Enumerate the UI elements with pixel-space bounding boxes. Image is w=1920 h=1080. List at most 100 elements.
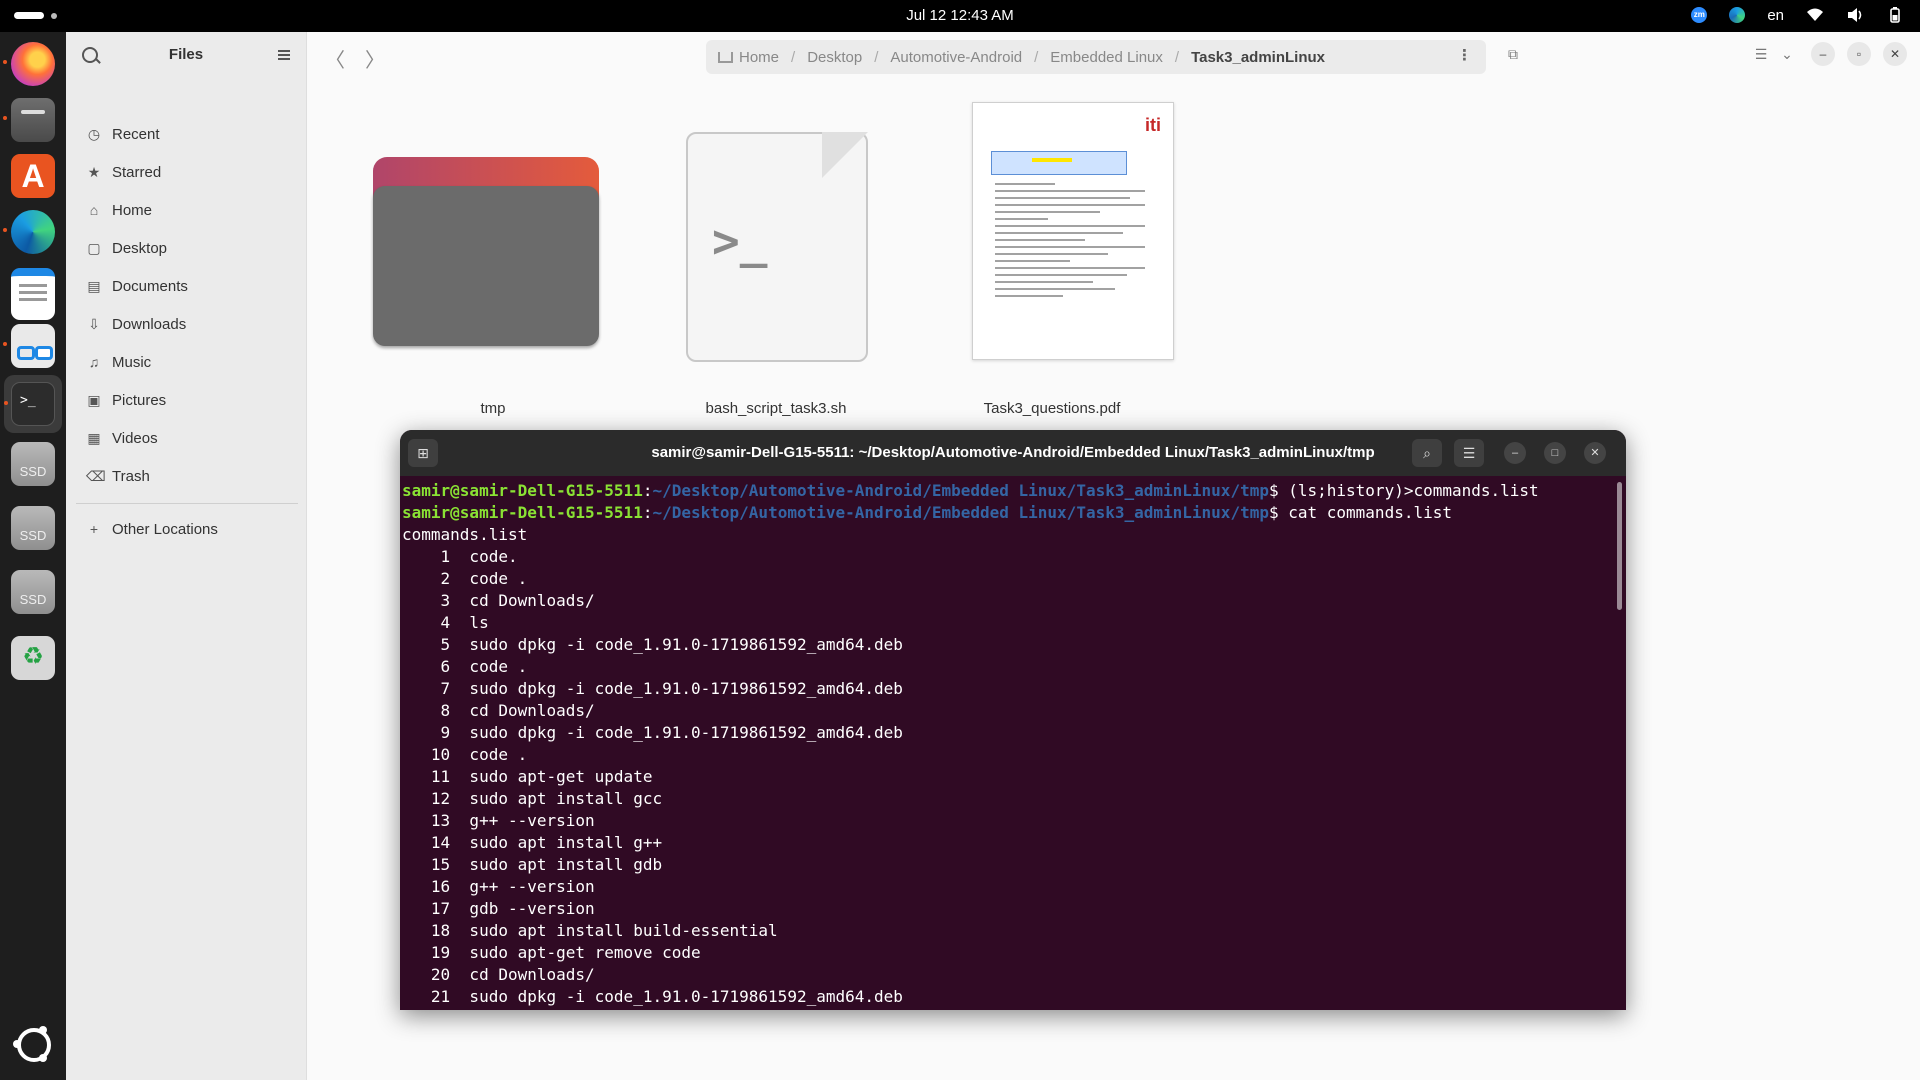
music-icon: ♫: [88, 354, 100, 370]
show-apps-icon[interactable]: [11, 1022, 55, 1066]
maximize-button[interactable]: ▫: [1847, 42, 1871, 66]
sidebar-item-downloads[interactable]: ⇩ Downloads: [66, 305, 306, 343]
prompt-glyph: >_: [712, 214, 768, 268]
clock[interactable]: Jul 12 12:43 AM: [0, 7, 1920, 24]
sidebar-item-desktop[interactable]: ▢ Desktop: [66, 229, 306, 267]
sidebar-item-label: Recent: [112, 125, 160, 143]
sidebar-item-documents[interactable]: ▤ Documents: [66, 267, 306, 305]
ssd-drive-icon[interactable]: SSD: [11, 506, 55, 550]
sidebar-item-label: Documents: [112, 277, 188, 295]
plus-icon: +: [89, 521, 99, 537]
script-file-icon: >_: [686, 132, 868, 362]
sidebar-item-label: Pictures: [112, 391, 167, 409]
document-viewer-icon[interactable]: [3, 324, 55, 368]
home-icon: ⌂: [89, 202, 99, 218]
maximize-button[interactable]: □: [1544, 442, 1566, 464]
sidebar-item-label: Starred: [112, 163, 162, 181]
star-icon: ★: [87, 163, 101, 180]
breadcrumb-desktop[interactable]: Desktop: [795, 49, 874, 66]
sidebar-item-starred[interactable]: ★ Starred: [66, 153, 306, 191]
battery-icon[interactable]: [1886, 6, 1904, 24]
sidebar-item-music[interactable]: ♫ Music: [66, 343, 306, 381]
prompt-user: samir@samir-Dell-G15-5511: [402, 503, 643, 522]
terminal-app-icon[interactable]: >_: [4, 382, 55, 426]
new-folder-icon[interactable]: ⧉: [1499, 40, 1527, 68]
minimize-button[interactable]: –: [1811, 42, 1835, 66]
list-view-icon[interactable]: ☰: [1747, 40, 1775, 68]
menu-icon[interactable]: ☰: [1454, 439, 1484, 467]
dock: A >_ SSD SSD SSD: [0, 32, 66, 1080]
ssd-drive-icon[interactable]: SSD: [11, 442, 55, 486]
text-editor-icon[interactable]: [11, 268, 55, 320]
pdf-logo: iti: [1145, 115, 1161, 135]
trash-icon: ⌫: [86, 467, 106, 484]
file-name: bash_script_task3.sh: [705, 400, 847, 417]
chevron-down-icon[interactable]: ⌄: [1773, 40, 1801, 68]
wifi-icon[interactable]: [1806, 6, 1824, 24]
system-tray[interactable]: zm en: [1691, 6, 1904, 24]
edge-browser-icon[interactable]: [3, 210, 55, 254]
top-bar: Jul 12 12:43 AM zm en: [0, 0, 1920, 32]
close-button[interactable]: ✕: [1584, 442, 1606, 464]
pdf-highlight-band: [991, 151, 1127, 175]
sidebar-item-label: Videos: [112, 429, 158, 447]
file-name: tmp: [480, 400, 506, 417]
sidebar-item-other-locations[interactable]: + Other Locations: [66, 510, 306, 548]
desktop-icon: ▢: [87, 239, 101, 256]
scrollbar[interactable]: [1617, 482, 1622, 610]
terminal-headerbar[interactable]: ⊞ samir@samir-Dell-G15-5511: ~/Desktop/A…: [400, 430, 1626, 476]
document-icon: ▤: [87, 277, 101, 294]
sidebar-title: Files: [168, 46, 204, 63]
file-name: Task3_questions.pdf: [983, 400, 1121, 417]
search-icon[interactable]: ⌕: [1412, 439, 1442, 467]
breadcrumb-automotive-android[interactable]: Automotive-Android: [878, 49, 1034, 66]
prompt-path: ~/Desktop/Automotive-Android/Embedded Li…: [652, 503, 1269, 522]
terminal-window[interactable]: ⊞ samir@samir-Dell-G15-5511: ~/Desktop/A…: [400, 430, 1626, 1010]
breadcrumb-label: Home: [739, 48, 780, 66]
sidebar-item-pictures[interactable]: ▣ Pictures: [66, 381, 306, 419]
sidebar-item-videos[interactable]: ▦ Videos: [66, 419, 306, 457]
sidebar-item-label: Home: [112, 201, 153, 219]
ssd-drive-icon[interactable]: SSD: [11, 570, 55, 614]
sidebar-item-home[interactable]: ⌂ Home: [66, 191, 306, 229]
breadcrumb-home[interactable]: Home: [706, 49, 791, 66]
edge-tray-icon[interactable]: [1729, 7, 1746, 23]
breadcrumb: Home / Desktop / Automotive-Android / Em…: [706, 40, 1486, 74]
page-fold: [822, 132, 868, 178]
language-indicator[interactable]: en: [1767, 7, 1784, 24]
video-icon: ▦: [87, 429, 101, 446]
prompt-user: samir@samir-Dell-G15-5511: [402, 481, 643, 500]
sidebar-item-label: Music: [112, 353, 152, 371]
picture-icon: ▣: [87, 391, 101, 408]
folder-icon-front: [373, 186, 599, 346]
close-button[interactable]: ✕: [1883, 42, 1907, 66]
minimize-button[interactable]: –: [1504, 442, 1526, 464]
more-options-icon[interactable]: ⋮: [1457, 46, 1472, 64]
app-center-icon[interactable]: A: [11, 154, 55, 198]
breadcrumb-embedded-linux[interactable]: Embedded Linux: [1038, 49, 1175, 66]
forward-icon[interactable]: 〉: [365, 44, 385, 73]
files-app-icon[interactable]: [3, 98, 55, 142]
sidebar-item-label: Trash: [112, 467, 150, 485]
breadcrumb-current[interactable]: Task3_adminLinux: [1179, 49, 1337, 66]
command-line: $ cat commands.list: [1268, 503, 1452, 522]
home-icon: [718, 51, 733, 63]
trash-icon[interactable]: [11, 636, 55, 680]
command-output: commands.list 1 code. 2 code . 3 cd Down…: [402, 525, 903, 1006]
sidebar-divider: [76, 503, 298, 504]
terminal-output[interactable]: samir@samir-Dell-G15-5511:~/Desktop/Auto…: [402, 476, 1612, 1010]
download-icon: ⇩: [88, 315, 100, 332]
firefox-icon[interactable]: [3, 42, 55, 86]
back-icon[interactable]: 〈: [325, 44, 345, 73]
files-sidebar: Files ◷ Recent ★ Starred ⌂ Home ▢ Desktop ▤ D…: [66, 32, 306, 1080]
menu-icon[interactable]: [278, 50, 290, 52]
volume-icon[interactable]: [1846, 6, 1864, 24]
pdf-text-lines: [995, 183, 1145, 302]
sidebar-item-label: Downloads: [112, 315, 187, 333]
sidebar-item-trash[interactable]: ⌫ Trash: [66, 457, 306, 495]
pdf-thumbnail: iti: [972, 102, 1174, 360]
sidebar-item-recent[interactable]: ◷ Recent: [66, 115, 306, 153]
zoom-tray-icon[interactable]: zm: [1691, 7, 1708, 23]
terminal-title: samir@samir-Dell-G15-5511: ~/Desktop/Aut…: [651, 444, 1375, 461]
sidebar-item-label: Other Locations: [112, 520, 218, 538]
